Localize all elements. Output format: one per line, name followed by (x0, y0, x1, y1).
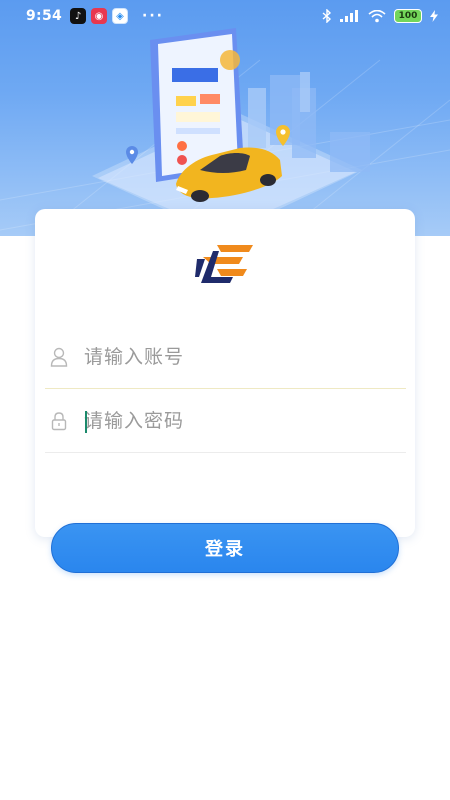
status-indicators: 100 (322, 9, 438, 23)
status-bar: 9:54 ♪ ◉ ◈ ··· 100 (0, 0, 450, 32)
lock-icon (48, 410, 70, 432)
password-field (45, 389, 406, 453)
app-notification-icon: ◉ (91, 8, 108, 24)
wifi-icon (368, 9, 386, 22)
password-input[interactable] (84, 409, 374, 432)
login-card (35, 209, 415, 537)
account-field (45, 325, 406, 389)
company-logo (195, 245, 253, 283)
map-app-icon: ◈ (112, 8, 129, 24)
charging-icon (430, 10, 438, 22)
account-input[interactable] (84, 345, 374, 368)
hero-banner (0, 0, 450, 236)
tiktok-icon: ♪ (70, 8, 87, 24)
user-icon (48, 346, 70, 368)
signal-icon (340, 10, 358, 22)
more-notifications-icon: ··· (142, 8, 164, 24)
text-cursor (85, 411, 87, 433)
notification-icons: ♪ ◉ ◈ (70, 8, 129, 24)
login-button[interactable]: 登录 (51, 523, 399, 573)
hero-illustration (0, 28, 450, 236)
bluetooth-icon (322, 9, 332, 23)
battery-icon: 100 (394, 9, 422, 23)
status-time: 9:54 (26, 8, 63, 24)
